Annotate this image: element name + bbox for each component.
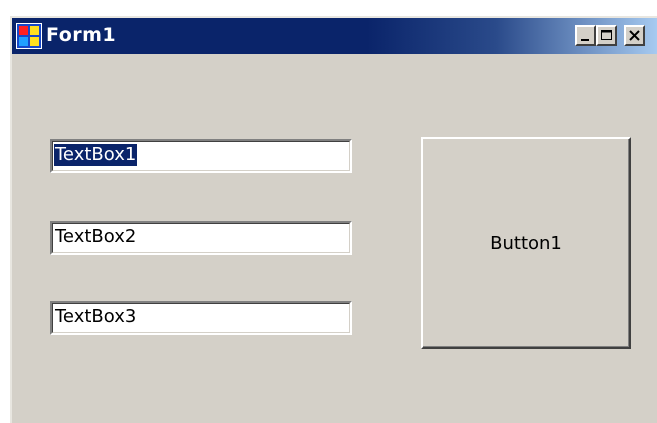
textbox2-value: TextBox2 xyxy=(55,226,137,247)
textbox1[interactable]: TextBox1 xyxy=(49,138,353,174)
close-icon xyxy=(629,30,640,41)
form-app-icon[interactable] xyxy=(16,23,42,49)
textbox1-value: TextBox1 xyxy=(54,144,138,166)
textbox2[interactable]: TextBox2 xyxy=(49,220,353,256)
minimize-button[interactable] xyxy=(575,25,596,46)
minimize-icon xyxy=(581,39,589,41)
textbox3[interactable]: TextBox3 xyxy=(49,300,353,336)
button1-label: Button1 xyxy=(490,233,562,254)
textbox3-value: TextBox3 xyxy=(55,306,137,327)
maximize-button[interactable] xyxy=(596,25,617,46)
close-button[interactable] xyxy=(624,25,645,46)
maximize-icon xyxy=(601,30,612,40)
title-bar[interactable]: Form1 xyxy=(12,18,657,54)
window-title: Form1 xyxy=(46,24,117,46)
form1-window: Form1 TextBox1 TextBox2 TextBox3 Button1 xyxy=(10,16,657,423)
button1[interactable]: Button1 xyxy=(421,137,631,349)
